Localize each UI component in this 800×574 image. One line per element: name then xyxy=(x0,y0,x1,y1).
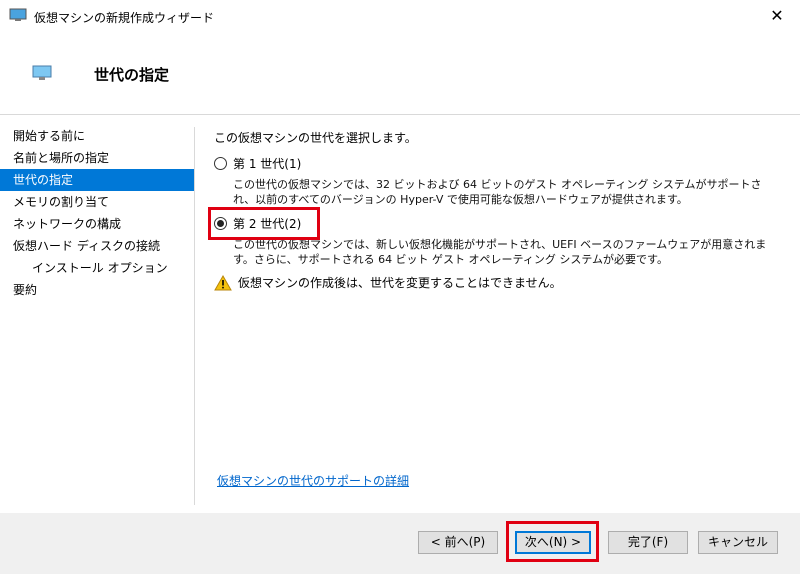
finish-button[interactable]: 完了(F) xyxy=(608,531,688,554)
highlight-box-next xyxy=(506,521,599,562)
nav-item-generation[interactable]: 世代の指定 xyxy=(0,169,194,191)
nav-item-before-you-begin[interactable]: 開始する前に xyxy=(0,125,194,147)
divider xyxy=(194,127,195,505)
gen1-description: この世代の仮想マシンでは、32 ビットおよび 64 ビットのゲスト オペレーティ… xyxy=(233,178,762,206)
nav-item-memory[interactable]: メモリの割り当て xyxy=(0,191,194,213)
monitor-icon xyxy=(9,8,27,21)
monitor-icon xyxy=(32,65,52,80)
warning-icon xyxy=(214,274,232,290)
nav-item-summary[interactable]: 要約 xyxy=(0,279,194,301)
gen1-radio[interactable] xyxy=(214,157,227,170)
gen2-description: この世代の仮想マシンでは、新しい仮想化機能がサポートされ、UEFI ベースのファ… xyxy=(233,238,767,266)
nav-item-name-location[interactable]: 名前と場所の指定 xyxy=(0,147,194,169)
window-title: 仮想マシンの新規作成ウィザード xyxy=(34,11,215,25)
highlight-box-gen2 xyxy=(208,207,320,240)
title-bar: 仮想マシンの新規作成ウィザード ✕ xyxy=(0,0,800,32)
generation-help-link[interactable]: 仮想マシンの世代のサポートの詳細 xyxy=(217,472,409,489)
instruction-text: この仮想マシンの世代を選択します。 xyxy=(214,131,417,145)
step-navigation: 開始する前に 名前と場所の指定 世代の指定 メモリの割り当て ネットワークの構成… xyxy=(0,125,194,301)
gen1-label[interactable]: 第 1 世代(1) xyxy=(233,155,301,172)
nav-item-virtual-disk[interactable]: 仮想ハード ディスクの接続 xyxy=(0,235,194,257)
wizard-header: 世代の指定 xyxy=(0,32,800,115)
main-panel: この仮想マシンの世代を選択します。 第 1 世代(1) この世代の仮想マシンでは… xyxy=(202,115,792,513)
wizard-content: 開始する前に 名前と場所の指定 世代の指定 メモリの割り当て ネットワークの構成… xyxy=(0,115,800,513)
prev-button[interactable]: < 前へ(P) xyxy=(418,531,498,554)
warning-message: 仮想マシンの作成後は、世代を変更することはできません。 xyxy=(214,274,562,291)
gen1-option[interactable]: 第 1 世代(1) xyxy=(214,155,301,172)
cancel-button[interactable]: キャンセル xyxy=(698,531,778,554)
nav-item-network[interactable]: ネットワークの構成 xyxy=(0,213,194,235)
nav-item-install-options[interactable]: インストール オプション xyxy=(0,257,194,279)
close-button[interactable]: ✕ xyxy=(754,0,800,32)
warning-text: 仮想マシンの作成後は、世代を変更することはできません。 xyxy=(238,276,562,290)
page-title: 世代の指定 xyxy=(94,66,170,84)
